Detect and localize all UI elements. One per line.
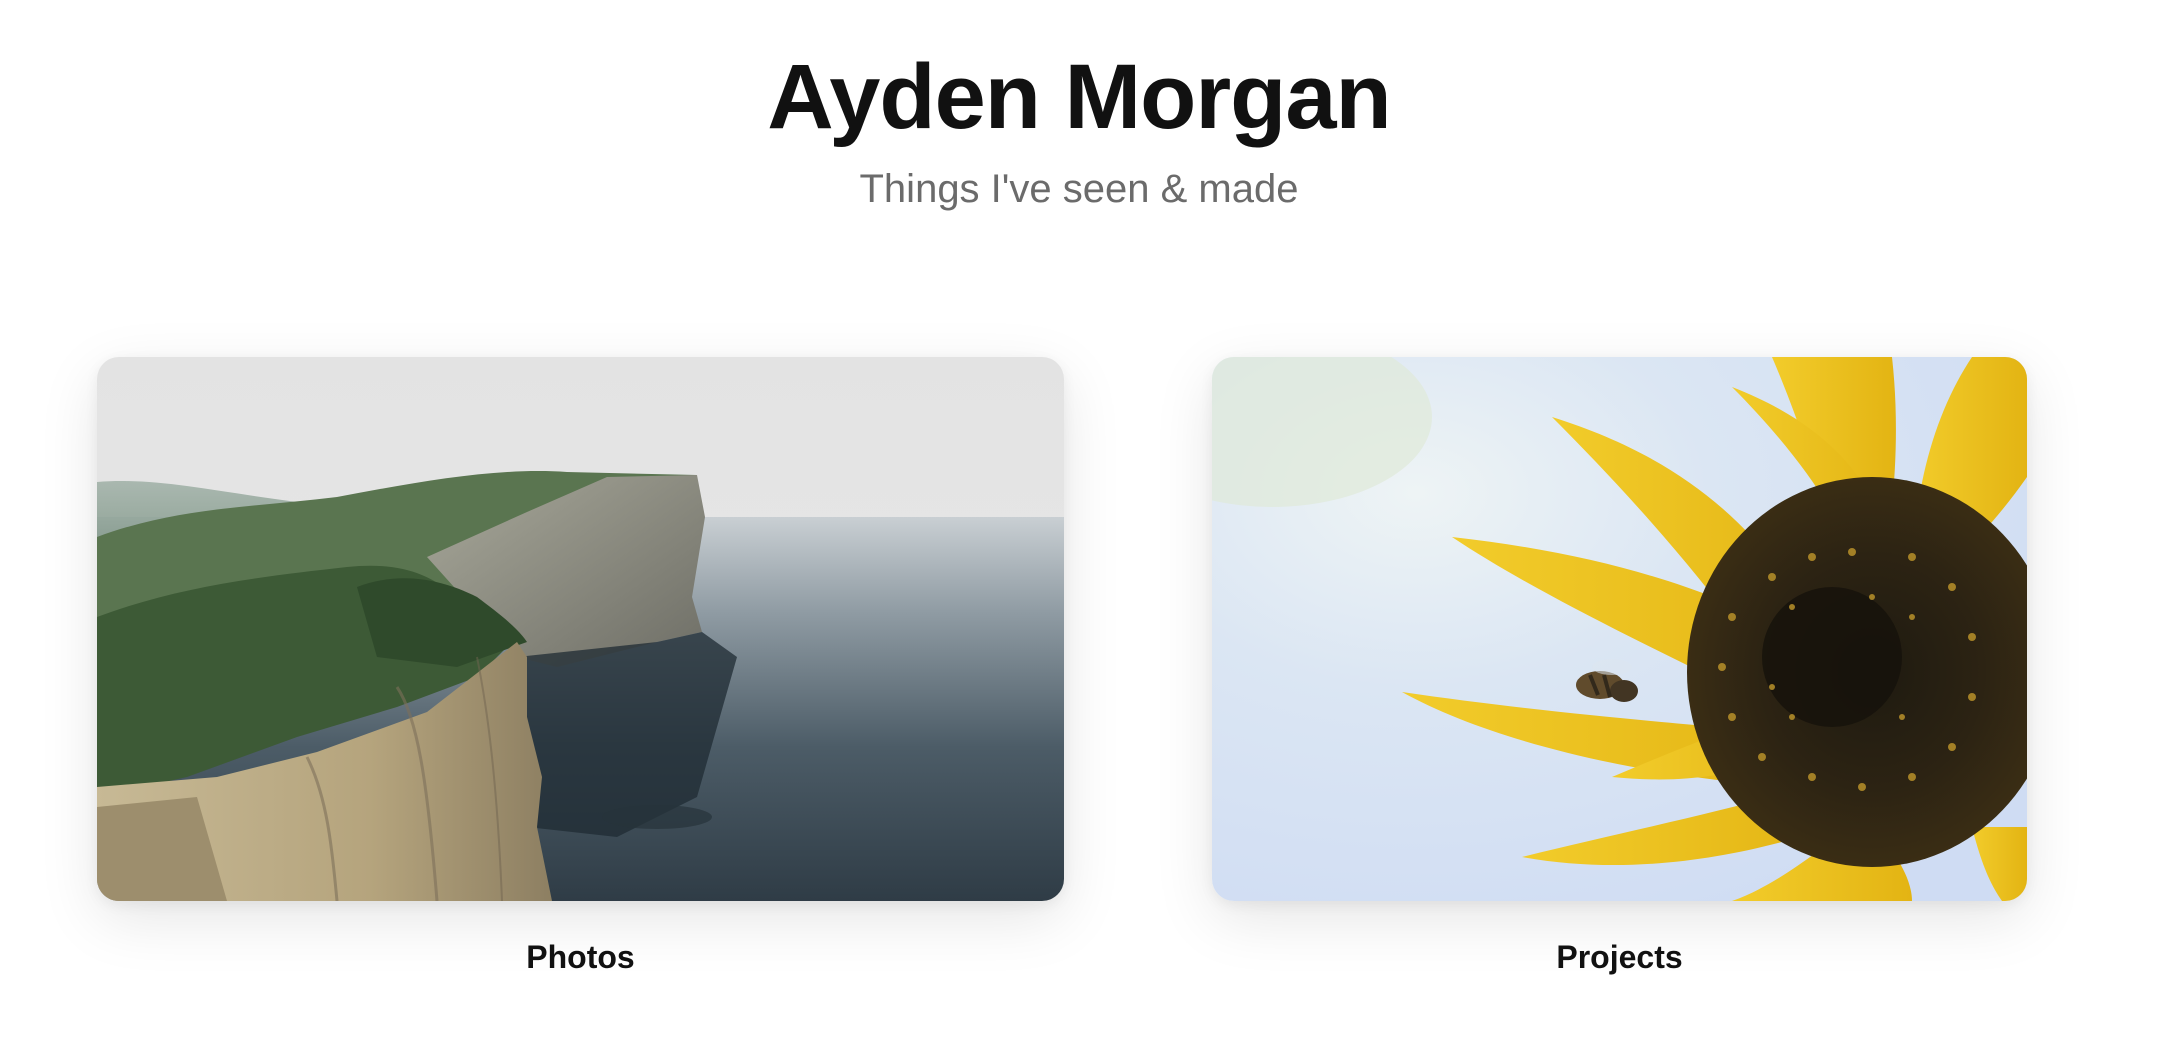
photos-card[interactable]: Photos	[97, 357, 1064, 975]
projects-card-label[interactable]: Projects	[1212, 937, 2027, 977]
photos-card-label[interactable]: Photos	[97, 937, 1064, 977]
projects-card[interactable]: Projects	[1212, 357, 2027, 975]
projects-card-image[interactable]	[1212, 357, 2027, 901]
page: Ayden Morgan Things I've seen & made Pho…	[0, 0, 2158, 1062]
sea-cliff-landscape-photo	[97, 357, 1064, 901]
sunflower-with-bee-photo	[1212, 357, 2027, 901]
site-subtitle: Things I've seen & made	[859, 167, 1299, 211]
site-title: Ayden Morgan	[767, 46, 1392, 148]
photos-card-image[interactable]	[97, 357, 1064, 901]
